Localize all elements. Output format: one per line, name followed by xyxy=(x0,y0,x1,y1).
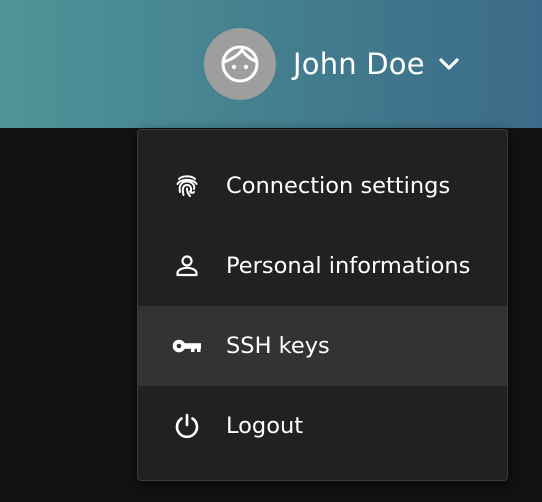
face-icon xyxy=(221,45,259,83)
chevron-down-icon[interactable] xyxy=(437,52,461,76)
menu-item-label: Connection settings xyxy=(226,173,451,199)
user-menu-button[interactable]: John Doe xyxy=(204,28,461,100)
user-dropdown-menu: Connection settings Personal information… xyxy=(137,129,508,481)
menu-item-label: SSH keys xyxy=(226,333,330,359)
app-header: John Doe xyxy=(0,0,542,128)
key-icon xyxy=(172,336,202,356)
menu-item-personal-informations[interactable]: Personal informations xyxy=(138,226,507,306)
avatar xyxy=(204,28,276,100)
menu-item-connection-settings[interactable]: Connection settings xyxy=(138,146,507,226)
person-icon xyxy=(172,253,202,279)
menu-item-ssh-keys[interactable]: SSH keys xyxy=(138,306,507,386)
power-icon xyxy=(172,412,202,440)
menu-item-label: Personal informations xyxy=(226,253,471,279)
fingerprint-icon xyxy=(172,172,202,200)
user-name[interactable]: John Doe xyxy=(293,47,425,81)
menu-item-label: Logout xyxy=(226,413,304,439)
menu-item-logout[interactable]: Logout xyxy=(138,386,507,466)
